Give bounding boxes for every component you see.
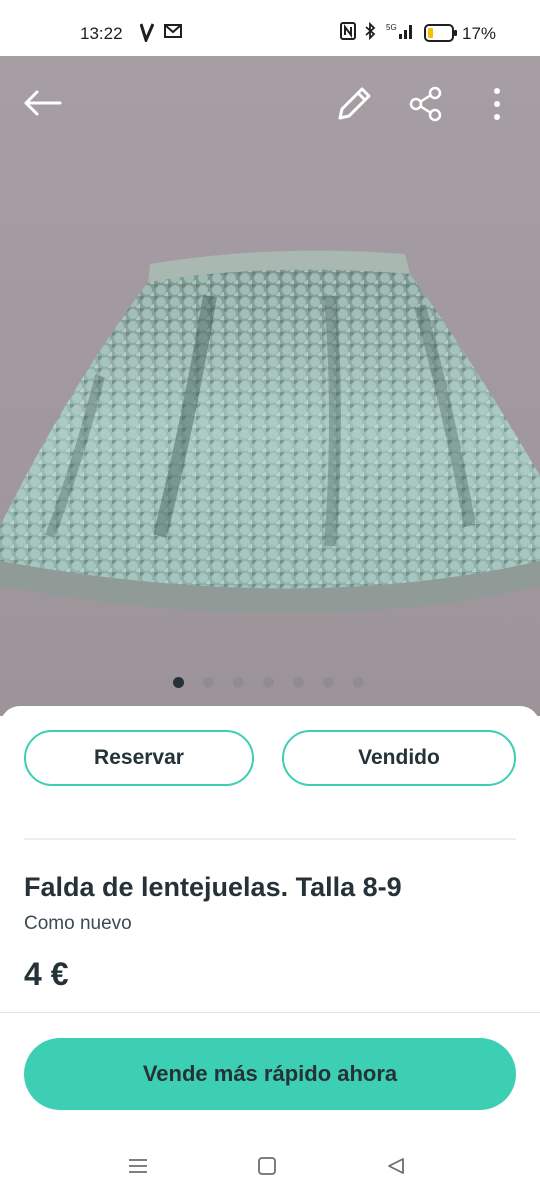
item-title: Falda de lentejuelas. Talla 8-9 [24, 872, 402, 902]
product-image [0, 250, 540, 614]
vodafone-icon [139, 22, 155, 47]
home-square-icon[interactable] [257, 1156, 277, 1181]
back-triangle-icon[interactable] [386, 1156, 406, 1181]
system-nav-bar [0, 1140, 540, 1200]
sold-button[interactable]: Vendido [282, 730, 516, 786]
carousel-dot[interactable] [203, 677, 214, 688]
bluetooth-icon [362, 21, 380, 45]
nfc-icon [340, 22, 356, 45]
reserve-button[interactable]: Reservar [24, 730, 254, 786]
divider [0, 1012, 540, 1013]
status-bar: 13:22 5G 17% [0, 0, 540, 56]
carousel-dot[interactable] [173, 677, 184, 688]
sell-faster-button[interactable]: Vende más rápido ahora [24, 1038, 516, 1110]
message-icon [164, 22, 184, 45]
battery-icon [424, 24, 458, 47]
svg-text:5G: 5G [386, 23, 397, 32]
product-image-gallery[interactable] [0, 56, 540, 716]
divider [24, 838, 516, 840]
carousel-dot[interactable] [353, 677, 364, 688]
item-condition: Como nuevo [24, 913, 132, 934]
signal-5g-icon: 5G [386, 22, 414, 45]
menu-icon[interactable] [128, 1156, 148, 1181]
carousel-dot[interactable] [293, 677, 304, 688]
product-details-sheet: Reservar Vendido Falda de lentejuelas. T… [0, 706, 540, 1200]
carousel-dot[interactable] [323, 677, 334, 688]
battery-percent: 17% [462, 24, 497, 43]
carousel-dot[interactable] [233, 677, 244, 688]
item-price: 4 € [24, 956, 69, 992]
carousel-indicator [0, 673, 540, 689]
carousel-dot[interactable] [263, 677, 274, 688]
status-time: 13:22 [80, 24, 123, 43]
